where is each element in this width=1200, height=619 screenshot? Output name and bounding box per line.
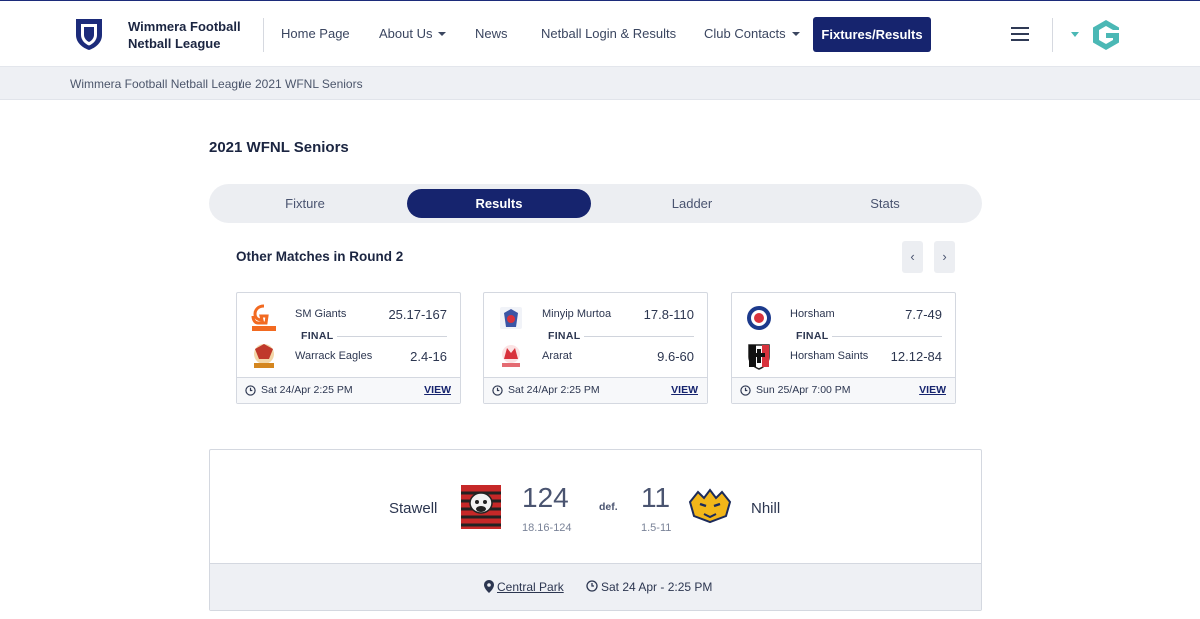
location-pin-icon [484, 580, 494, 593]
view-link[interactable]: VIEW [424, 384, 451, 396]
home-score-detail: 18.16-124 [522, 522, 572, 534]
section-tabs: Fixture Results Ladder Stats [209, 184, 982, 223]
gameday-logo-icon[interactable] [1090, 18, 1122, 52]
ararat-logo [502, 345, 520, 367]
clock-icon [492, 385, 503, 396]
nav-netball-login[interactable]: Netball Login & Results [541, 26, 676, 41]
chevron-right-icon: › [942, 249, 947, 264]
home-team-name: Stawell [389, 500, 438, 517]
divider [832, 336, 942, 337]
chevron-down-icon[interactable] [1071, 32, 1079, 37]
nav-club-contacts[interactable]: Club Contacts [704, 26, 800, 41]
stawell-logo [461, 485, 501, 529]
away-team-name: Ararat [542, 350, 572, 362]
clock-icon [245, 385, 256, 396]
match-info-footer: Central Park Sat 24 Apr - 2:25 PM [210, 563, 981, 610]
away-team-score: 9.6-60 [657, 349, 694, 364]
nav-about-us[interactable]: About Us [379, 26, 447, 41]
breadcrumb-league[interactable]: Wimmera Football Netball League [70, 77, 251, 91]
divider [337, 336, 447, 337]
match-status: FINAL [548, 330, 581, 342]
clock-icon [740, 385, 751, 396]
other-matches-title: Other Matches in Round 2 [236, 249, 404, 264]
league-name[interactable]: Wimmera Football Netball League [128, 18, 248, 52]
away-team-name: Horsham Saints [790, 350, 869, 362]
nav-label: News [475, 26, 508, 41]
view-link[interactable]: VIEW [919, 384, 946, 396]
nav-home-page[interactable]: Home Page [281, 26, 350, 41]
away-team-score: 2.4-16 [410, 349, 447, 364]
next-arrow-button[interactable]: › [934, 241, 955, 273]
horsham-logo [747, 306, 771, 330]
match-card[interactable]: Minyip Murtoa 17.8-110 FINAL Ararat 9.6-… [483, 292, 708, 404]
away-team-name: Warrack Eagles [295, 350, 373, 362]
tab-results[interactable]: Results [407, 189, 591, 218]
match-datetime: Sat 24/Apr 2:25 PM [508, 384, 600, 396]
away-score-detail: 1.5-11 [641, 522, 672, 534]
home-team-name: SM Giants [295, 308, 347, 320]
nav-news[interactable]: News [475, 26, 508, 41]
horsham-saints-logo [748, 344, 770, 370]
match-status: FINAL [796, 330, 829, 342]
breadcrumb-current: 2021 WFNL Seniors [255, 77, 363, 91]
away-team-score: 11 [641, 482, 671, 513]
home-team-score: 7.7-49 [905, 307, 942, 322]
minyip-murtoa-logo [500, 307, 522, 329]
site-header: Wimmera Football Netball League Home Pag… [0, 0, 1200, 67]
match-card[interactable]: Horsham 7.7-49 FINAL Horsham Saints 12.1… [731, 292, 956, 404]
venue-link[interactable]: Central Park [497, 580, 564, 594]
home-team-score: 124 [522, 482, 569, 513]
match-card[interactable]: SM Giants 25.17-167 FINAL Warrack Eagles… [236, 292, 461, 404]
nhill-logo [688, 488, 732, 524]
fixtures-results-button[interactable]: Fixtures/Results [813, 17, 931, 52]
home-team-score: 25.17-167 [388, 307, 447, 322]
nav-label: About Us [379, 26, 433, 41]
nav-label: Club Contacts [704, 26, 786, 41]
match-result-card: Stawell 124 18.16-124 def. 11 1.5-11 Nhi… [209, 449, 982, 611]
view-link[interactable]: VIEW [671, 384, 698, 396]
clock-icon [586, 580, 598, 592]
warrack-eagles-logo [254, 344, 274, 368]
match-datetime: Sat 24/Apr 2:25 PM [261, 384, 353, 396]
hamburger-menu-icon[interactable] [1011, 27, 1029, 41]
match-card-footer: Sun 25/Apr 7:00 PM VIEW [732, 377, 955, 403]
home-team-name: Horsham [790, 308, 835, 320]
chevron-down-icon [438, 31, 447, 36]
prev-arrow-button[interactable]: ‹ [902, 241, 923, 273]
match-card-footer: Sat 24/Apr 2:25 PM VIEW [484, 377, 707, 403]
breadcrumb-separator: / [239, 77, 243, 91]
match-datetime: Sat 24 Apr - 2:25 PM [601, 580, 713, 594]
chevron-left-icon: ‹ [910, 249, 915, 264]
away-team-score: 12.12-84 [890, 349, 942, 364]
header-divider [263, 18, 264, 52]
divider [584, 336, 694, 337]
nav-label: Home Page [281, 26, 350, 41]
tab-stats[interactable]: Stats [793, 189, 977, 218]
page-title: 2021 WFNL Seniors [209, 139, 349, 156]
header-divider [1052, 18, 1053, 52]
home-team-name: Minyip Murtoa [542, 308, 612, 320]
sm-giants-logo [251, 304, 276, 331]
chevron-down-icon [791, 31, 800, 36]
shield-icon[interactable] [74, 17, 104, 51]
tab-fixture[interactable]: Fixture [213, 189, 397, 218]
away-team-name: Nhill [751, 500, 781, 517]
match-status: FINAL [301, 330, 334, 342]
nav-label: Netball Login & Results [541, 26, 677, 41]
home-team-score: 17.8-110 [643, 307, 694, 322]
breadcrumb: Wimmera Football Netball League / 2021 W… [0, 67, 1200, 100]
match-card-footer: Sat 24/Apr 2:25 PM VIEW [237, 377, 460, 403]
tab-ladder[interactable]: Ladder [600, 189, 784, 218]
result-word: def. [599, 501, 618, 513]
match-datetime: Sun 25/Apr 7:00 PM [756, 384, 851, 396]
